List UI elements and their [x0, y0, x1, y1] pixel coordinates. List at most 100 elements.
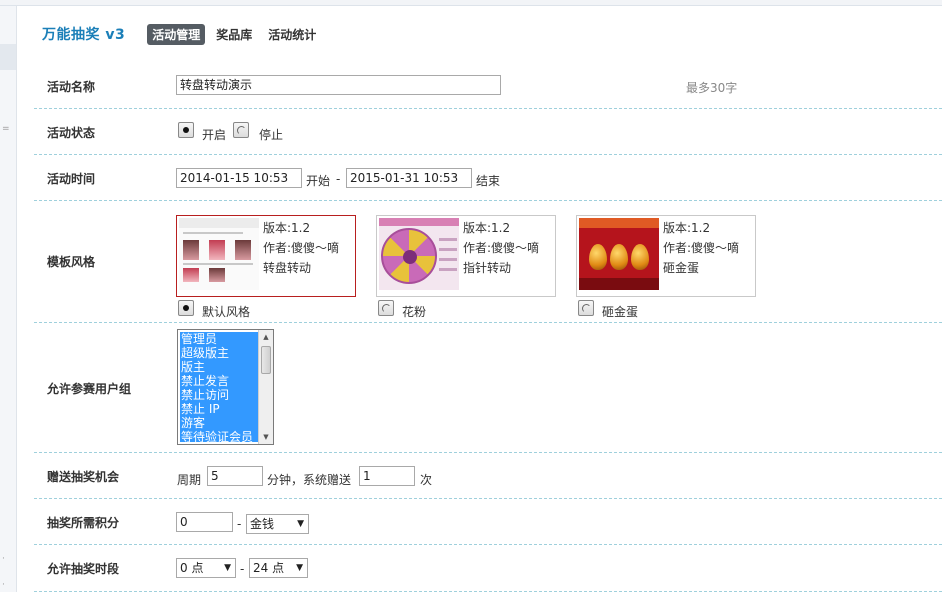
end-hour-selected: 24 点 — [253, 561, 285, 575]
template-version: 版本:1.2 — [263, 221, 311, 235]
row-bonus-chances: 赠送抽奖机会 周期 5 分钟，系统赠送 1 次 — [34, 453, 942, 499]
thumb-header — [379, 218, 459, 226]
top-border — [0, 0, 942, 6]
scroll-up-icon[interactable]: ▲ — [259, 330, 273, 344]
thumb-egg — [589, 244, 607, 270]
template-version: 版本:1.2 — [663, 221, 711, 235]
thumb-line — [439, 258, 457, 261]
thumb-egg — [610, 244, 628, 270]
status-on-radio[interactable] — [178, 122, 194, 138]
thumb-line — [439, 238, 457, 241]
thumb-header — [579, 218, 659, 228]
user-group-option[interactable]: 禁止访问 — [180, 388, 258, 402]
template-kind: 指针转动 — [463, 261, 512, 275]
start-hour-selected: 0 点 — [180, 561, 204, 575]
thumb-line — [183, 232, 243, 234]
currency-select[interactable]: 金钱 ▼ — [246, 514, 309, 534]
template-card-pink[interactable]: 版本:1.2 作者:傻傻～嘀 指针转动 — [376, 215, 556, 297]
bonus-middle-text: 分钟，系统赠送 — [267, 473, 352, 487]
currency-selected: 金钱 — [250, 517, 275, 531]
row-allowed-hours: 允许抽奖时段 0 点 ▼ - 24 点 ▼ — [34, 545, 942, 592]
thumb-header — [179, 218, 259, 228]
status-off-label: 停止 — [259, 128, 284, 142]
bonus-chances-label: 赠送抽奖机会 — [47, 470, 120, 484]
user-groups-listbox[interactable]: 管理员 超级版主 版主 禁止发言 禁止访问 禁止 IP 游客 等待验证会员 ▲ … — [177, 329, 274, 445]
activity-name-hint: 最多30字 — [686, 81, 738, 95]
scroll-thumb[interactable] — [261, 346, 271, 374]
user-group-option[interactable]: 禁止发言 — [180, 374, 258, 388]
thumb-photo — [183, 268, 199, 282]
user-group-option[interactable]: 等待验证会员 — [180, 430, 258, 444]
template-egg-radio[interactable] — [578, 300, 594, 316]
chevron-down-icon: ▼ — [297, 519, 304, 529]
activity-name-input[interactable]: 转盘转动演示 — [176, 75, 501, 95]
template-kind: 转盘转动 — [263, 261, 312, 275]
template-style-label: 模板风格 — [47, 255, 96, 269]
user-group-option[interactable]: 禁止 IP — [180, 402, 258, 416]
thumb-base — [579, 278, 659, 290]
sidebar-marker: · — [2, 554, 5, 564]
activity-time-label: 活动时间 — [47, 172, 96, 186]
end-hour-select[interactable]: 24 点 ▼ — [249, 558, 308, 578]
start-time-input[interactable]: 2014-01-15 10:53 — [176, 168, 302, 188]
start-hour-select[interactable]: 0 点 ▼ — [176, 558, 236, 578]
activity-name-label: 活动名称 — [47, 80, 96, 94]
user-groups-label: 允许参赛用户组 — [47, 382, 132, 396]
status-off-radio[interactable] — [233, 122, 249, 138]
template-default-option: 默认风格 — [202, 305, 251, 319]
scroll-down-icon[interactable]: ▼ — [259, 430, 273, 444]
radio-empty-mark — [237, 126, 246, 135]
listbox-scrollbar[interactable]: ▲ ▼ — [258, 330, 273, 444]
template-pink-radio[interactable] — [378, 300, 394, 316]
bonus-suffix: 次 — [420, 473, 433, 487]
bonus-period-input[interactable]: 5 — [207, 466, 263, 486]
user-group-option[interactable]: 版主 — [180, 360, 258, 374]
sidebar-marker: · — [2, 580, 5, 590]
template-author: 作者:傻傻～嘀 — [463, 241, 540, 255]
radio-checked-dot — [183, 305, 189, 311]
tab-activity-stats[interactable]: 活动统计 — [263, 24, 321, 45]
tab-activity-management[interactable]: 活动管理 — [147, 23, 206, 45]
left-sidebar-edge: = · · — [0, 6, 17, 592]
template-default-radio[interactable] — [178, 300, 194, 316]
row-required-points: 抽奖所需积分 0 - 金钱 ▼ — [34, 499, 942, 545]
app-title: 万能抽奖 v3 — [42, 27, 126, 43]
hours-separator: - — [240, 562, 245, 576]
bonus-count-input[interactable]: 1 — [359, 466, 415, 486]
points-input[interactable]: 0 — [176, 512, 233, 532]
user-group-option[interactable]: 游客 — [180, 416, 258, 430]
row-activity-status: 活动状态 开启 停止 — [34, 109, 942, 155]
thumb-photo — [183, 240, 199, 260]
user-group-option[interactable]: 超级版主 — [180, 346, 258, 360]
user-groups-options: 管理员 超级版主 版主 禁止发言 禁止访问 禁止 IP 游客 等待验证会员 — [180, 332, 258, 444]
bonus-prefix: 周期 — [177, 473, 202, 487]
template-card-golden-egg[interactable]: 版本:1.2 作者:傻傻～嘀 砸金蛋 — [576, 215, 756, 297]
status-on-label: 开启 — [202, 128, 227, 142]
sidebar-marker: = — [2, 124, 10, 134]
template-version: 版本:1.2 — [463, 221, 511, 235]
template-author: 作者:傻傻～嘀 — [663, 241, 740, 255]
start-suffix: 开始 — [306, 174, 331, 188]
template-author: 作者:傻傻～嘀 — [263, 241, 340, 255]
thumb-line — [183, 263, 253, 265]
template-egg-option: 砸金蛋 — [602, 305, 639, 319]
user-group-option[interactable]: 管理员 — [180, 332, 258, 346]
thumb-photo — [209, 240, 225, 260]
thumb-photo — [209, 268, 225, 282]
end-suffix: 结束 — [476, 174, 501, 188]
chevron-down-icon: ▼ — [296, 563, 303, 573]
tab-prize-library[interactable]: 奖品库 — [211, 24, 257, 45]
thumb-photo — [235, 240, 251, 260]
row-activity-name: 活动名称 转盘转动演示 最多30字 — [34, 63, 942, 109]
allowed-hours-label: 允许抽奖时段 — [47, 562, 120, 576]
template-kind: 砸金蛋 — [663, 261, 700, 275]
template-thumbnail — [379, 218, 459, 290]
required-points-label: 抽奖所需积分 — [47, 516, 120, 530]
row-user-groups: 允许参赛用户组 管理员 超级版主 版主 禁止发言 禁止访问 禁止 IP 游客 等… — [34, 323, 942, 453]
thumb-wheel-hub — [403, 250, 417, 264]
radio-empty-mark — [582, 304, 591, 313]
template-card-default[interactable]: 版本:1.2 作者:傻傻～嘀 转盘转动 — [176, 215, 356, 297]
page-header: 万能抽奖 v3 活动管理 奖品库 活动统计 — [42, 22, 327, 46]
end-time-input[interactable]: 2015-01-31 10:53 — [346, 168, 472, 188]
row-activity-time: 活动时间 2014-01-15 10:53 开始 - 2015-01-31 10… — [34, 155, 942, 201]
